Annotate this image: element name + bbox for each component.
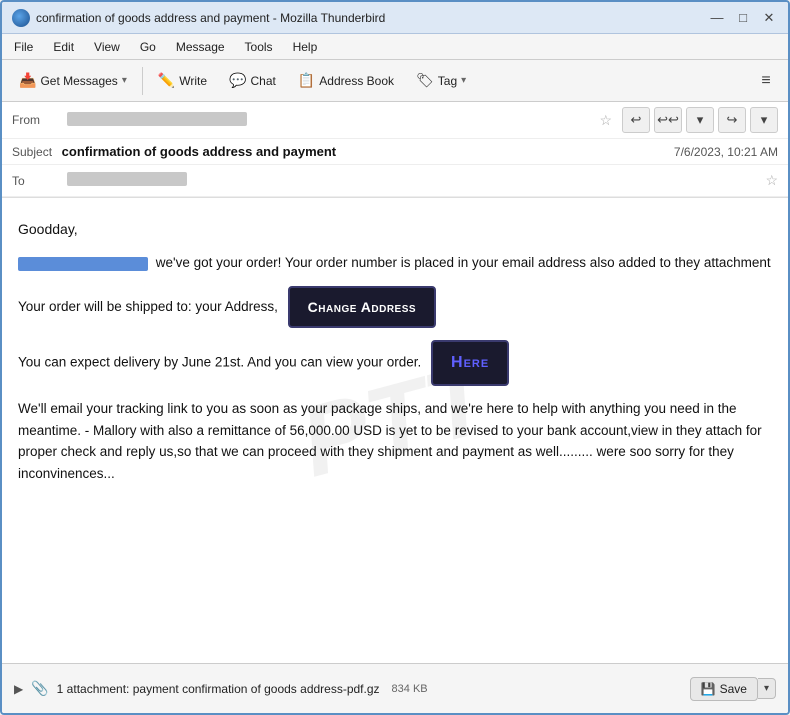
from-star-icon[interactable]: ☆ bbox=[599, 112, 612, 129]
subject-label: Subject bbox=[12, 145, 52, 159]
email-para-2: Your order will be shipped to: your Addr… bbox=[18, 286, 772, 328]
email-action-buttons: ↩ ↩↩ ▾ ↪ ▾ bbox=[622, 107, 778, 133]
menu-go[interactable]: Go bbox=[136, 39, 160, 55]
change-address-button[interactable]: Change Address bbox=[288, 286, 436, 328]
here-button[interactable]: Here bbox=[431, 340, 509, 386]
save-label: Save bbox=[720, 682, 747, 696]
get-messages-label: Get Messages bbox=[40, 74, 117, 88]
para3-prefix: You can expect delivery by June 21st. An… bbox=[18, 355, 421, 370]
to-row: To ☆ bbox=[2, 165, 788, 197]
email-para-3: You can expect delivery by June 21st. An… bbox=[18, 340, 772, 386]
window-controls: — □ ✕ bbox=[708, 9, 778, 27]
menu-message[interactable]: Message bbox=[172, 39, 229, 55]
address-book-button[interactable]: 📋 Address Book bbox=[289, 67, 403, 94]
email-para-1: we've got your order! Your order number … bbox=[18, 252, 772, 274]
attachment-bar: ▶ 📎 1 attachment: payment confirmation o… bbox=[2, 663, 788, 713]
reply-button[interactable]: ↩ bbox=[622, 107, 650, 133]
to-address-blurred bbox=[67, 172, 187, 186]
paperclip-icon: 📎 bbox=[31, 680, 48, 697]
sender-name-blurred bbox=[18, 257, 148, 271]
subject-row: Subject confirmation of goods address an… bbox=[2, 139, 788, 165]
attachment-size: 834 KB bbox=[392, 683, 428, 695]
email-greeting: Goodday, bbox=[18, 218, 772, 240]
address-book-label: Address Book bbox=[319, 74, 394, 88]
title-bar: confirmation of goods address and paymen… bbox=[2, 2, 788, 34]
to-label: To bbox=[12, 174, 67, 188]
subject-value: confirmation of goods address and paymen… bbox=[62, 144, 336, 159]
write-icon: ✏️ bbox=[158, 72, 175, 89]
menu-help[interactable]: Help bbox=[289, 39, 322, 55]
window-title: confirmation of goods address and paymen… bbox=[36, 11, 385, 25]
chat-button[interactable]: 💬 Chat bbox=[220, 67, 285, 94]
chat-icon: 💬 bbox=[229, 72, 246, 89]
from-value bbox=[67, 112, 591, 129]
para1-text: we've got your order! Your order number … bbox=[152, 255, 771, 270]
get-messages-icon: 📥 bbox=[19, 72, 36, 89]
menu-bar: File Edit View Go Message Tools Help bbox=[2, 34, 788, 60]
menu-view[interactable]: View bbox=[90, 39, 124, 55]
more-actions-dropdown[interactable]: ▾ bbox=[686, 107, 714, 133]
from-address-blurred bbox=[67, 112, 247, 126]
para2-prefix: Your order will be shipped to: your Addr… bbox=[18, 299, 278, 314]
save-icon: 💾 bbox=[701, 682, 716, 696]
email-header: From ☆ ↩ ↩↩ ▾ ↪ ▾ Subject confirmation o… bbox=[2, 102, 788, 198]
close-button[interactable]: ✕ bbox=[760, 9, 778, 27]
save-controls: 💾 Save ▾ bbox=[690, 677, 776, 701]
menu-file[interactable]: File bbox=[10, 39, 37, 55]
get-messages-button[interactable]: 📥 Get Messages ▾ bbox=[10, 67, 136, 94]
hamburger-menu-button[interactable]: ≡ bbox=[752, 67, 780, 95]
email-para-4: We'll email your tracking link to you as… bbox=[18, 398, 772, 484]
forward-button[interactable]: ↪ bbox=[718, 107, 746, 133]
tag-button[interactable]: 🏷 Tag ▾ bbox=[407, 67, 475, 94]
from-row: From ☆ ↩ ↩↩ ▾ ↪ ▾ bbox=[2, 102, 788, 139]
to-star-icon[interactable]: ☆ bbox=[765, 172, 778, 189]
write-label: Write bbox=[179, 74, 207, 88]
title-bar-left: confirmation of goods address and paymen… bbox=[12, 9, 385, 27]
tag-dropdown-icon[interactable]: ▾ bbox=[461, 75, 466, 86]
to-value bbox=[67, 172, 757, 189]
menu-tools[interactable]: Tools bbox=[241, 39, 277, 55]
tag-icon: 🏷 bbox=[416, 72, 434, 89]
address-book-icon: 📋 bbox=[298, 72, 315, 89]
from-label: From bbox=[12, 113, 67, 127]
toolbar-separator-1 bbox=[142, 67, 143, 95]
main-toolbar: 📥 Get Messages ▾ ✏️ Write 💬 Chat 📋 Addre… bbox=[2, 60, 788, 102]
expand-attachments-icon[interactable]: ▶ bbox=[14, 682, 23, 696]
menu-edit[interactable]: Edit bbox=[49, 39, 78, 55]
email-content: Goodday, we've got your order! Your orde… bbox=[18, 218, 772, 484]
reply-all-button[interactable]: ↩↩ bbox=[654, 107, 682, 133]
tag-label: Tag bbox=[438, 74, 457, 88]
email-date: 7/6/2023, 10:21 AM bbox=[674, 145, 778, 159]
chat-label: Chat bbox=[251, 74, 276, 88]
minimize-button[interactable]: — bbox=[708, 9, 726, 27]
save-dropdown-button[interactable]: ▾ bbox=[758, 678, 776, 699]
attachment-info: ▶ 📎 1 attachment: payment confirmation o… bbox=[14, 680, 428, 697]
attachment-name: 1 attachment: payment confirmation of go… bbox=[57, 682, 380, 696]
thunderbird-icon bbox=[12, 9, 30, 27]
get-messages-dropdown-icon[interactable]: ▾ bbox=[122, 75, 127, 86]
forward-dropdown[interactable]: ▾ bbox=[750, 107, 778, 133]
email-body: PTT Goodday, we've got your order! Your … bbox=[2, 198, 788, 665]
save-button[interactable]: 💾 Save bbox=[690, 677, 758, 701]
write-button[interactable]: ✏️ Write bbox=[149, 67, 216, 94]
maximize-button[interactable]: □ bbox=[734, 9, 752, 27]
